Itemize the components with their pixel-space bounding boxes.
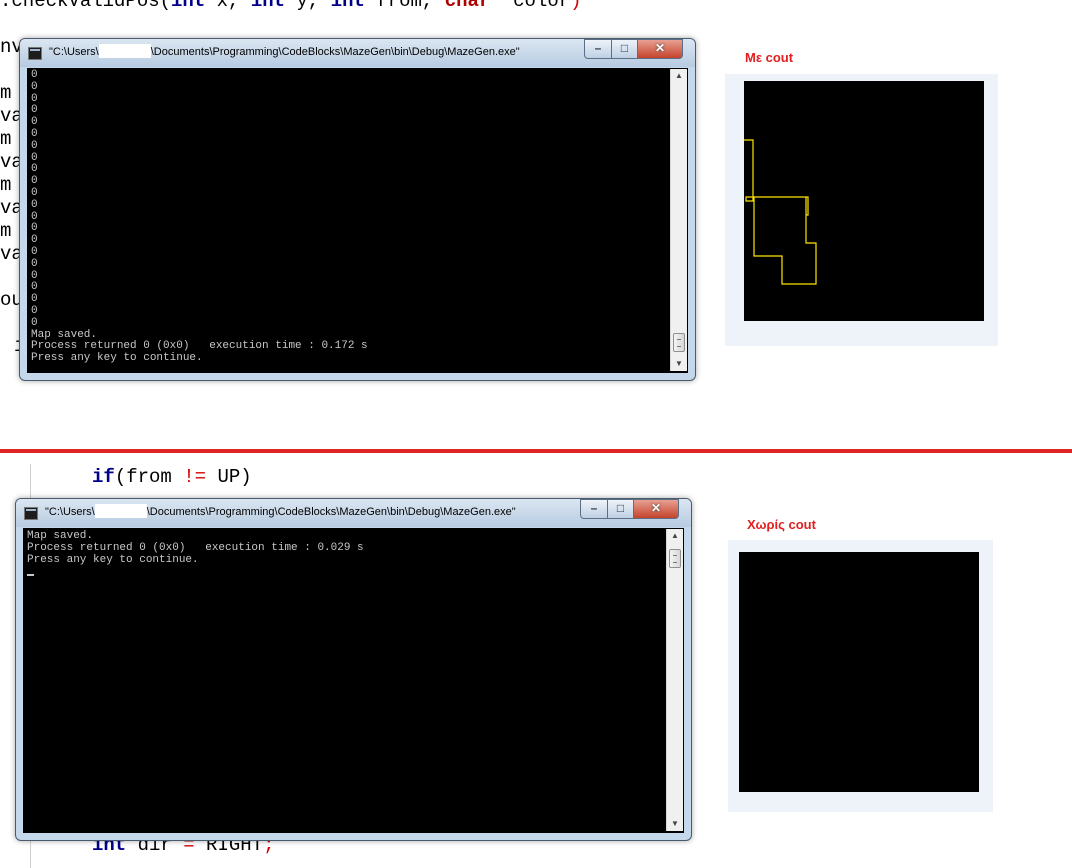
code-frag: m bbox=[0, 220, 12, 242]
window-title: "C:\Users\ \Documents\Programming\CodeBlo… bbox=[49, 44, 520, 59]
vertical-scrollbar[interactable]: ▲ ▼ bbox=[670, 69, 687, 371]
title-bar[interactable]: "C:\Users\ \Documents\Programming\CodeBlo… bbox=[16, 499, 691, 527]
zero-line: 0 bbox=[31, 151, 38, 164]
maze-preview-with-cout bbox=[725, 74, 998, 346]
maze-canvas bbox=[744, 81, 984, 321]
close-icon: ✕ bbox=[650, 501, 662, 515]
minimize-button[interactable]: – bbox=[580, 499, 608, 519]
zero-line: 0 bbox=[31, 92, 38, 105]
scroll-down-arrow-icon[interactable]: ▼ bbox=[671, 357, 687, 371]
press-any-key-line: Press any key to continue. bbox=[31, 352, 203, 365]
code-line-if: if(from != UP) bbox=[92, 466, 252, 488]
maximize-icon: □ bbox=[620, 41, 629, 55]
close-icon: ✕ bbox=[654, 41, 666, 55]
maximize-button[interactable]: □ bbox=[611, 39, 638, 59]
zero-line: 0 bbox=[31, 127, 38, 140]
zero-line: 0 bbox=[31, 234, 38, 247]
zero-line: 0 bbox=[31, 104, 38, 117]
scroll-up-arrow-icon[interactable]: ▲ bbox=[667, 529, 683, 543]
process-returned-line: Process returned 0 (0x0) execution time … bbox=[27, 541, 364, 554]
press-any-key-line: Press any key to continue. bbox=[27, 553, 199, 566]
minimize-icon: – bbox=[590, 501, 598, 515]
maze-canvas bbox=[739, 552, 979, 792]
maximize-icon: □ bbox=[616, 501, 625, 515]
console-window-top[interactable]: "C:\Users\ \Documents\Programming\CodeBlo… bbox=[19, 38, 696, 381]
maximize-button[interactable]: □ bbox=[607, 499, 634, 519]
zero-line: 0 bbox=[31, 281, 38, 294]
window-title: "C:\Users\ \Documents\Programming\CodeBlo… bbox=[45, 504, 516, 519]
scroll-thumb[interactable] bbox=[673, 333, 685, 352]
console-text: Map saved. Process returned 0 (0x0) execu… bbox=[27, 530, 364, 566]
console-window-bottom[interactable]: "C:\Users\ \Documents\Programming\CodeBlo… bbox=[15, 498, 692, 841]
maze-preview-without-cout bbox=[728, 540, 993, 812]
scroll-thumb[interactable] bbox=[669, 549, 681, 568]
code-frag: m bbox=[0, 82, 12, 104]
minimize-icon: – bbox=[594, 41, 602, 55]
zero-line: 0 bbox=[31, 198, 38, 211]
close-button[interactable]: ✕ bbox=[637, 39, 683, 59]
code-frag: m bbox=[0, 174, 12, 196]
zero-line: 0 bbox=[31, 293, 38, 306]
zero-line: 0 bbox=[31, 186, 38, 199]
console-app-icon bbox=[24, 507, 38, 520]
preview-label-with-cout: Με cout bbox=[745, 50, 794, 65]
vertical-scrollbar[interactable]: ▲ ▼ bbox=[666, 529, 683, 831]
console-output[interactable]: 0 0 0 0 0 0 0 0 0 0 0 0 0 0 0 0 0 0 0 0 0 0 Map saved. Process … bbox=[27, 68, 688, 373]
zero-lines: 0000000000000000000000 bbox=[31, 69, 368, 330]
console-text: 0 0 0 0 0 0 0 0 0 0 0 0 0 0 0 0 0 0 0 0 0 0 Map saved. Process … bbox=[31, 69, 368, 365]
scroll-down-arrow-icon[interactable]: ▼ bbox=[667, 817, 683, 831]
maze-path bbox=[744, 139, 817, 285]
zero-line: 0 bbox=[31, 116, 38, 129]
minimize-button[interactable]: – bbox=[584, 39, 612, 59]
redacted-username bbox=[98, 44, 151, 59]
zero-line: 0 bbox=[31, 210, 38, 223]
zero-line: 0 bbox=[31, 163, 38, 176]
zero-line: 0 bbox=[31, 269, 38, 282]
preview-label-without-cout: Χωρίς cout bbox=[747, 517, 816, 532]
zero-line: 0 bbox=[31, 245, 38, 258]
text-cursor bbox=[27, 574, 34, 576]
code-frag: m bbox=[0, 128, 12, 150]
zero-line: 0 bbox=[31, 257, 38, 270]
console-output[interactable]: Map saved. Process returned 0 (0x0) execu… bbox=[23, 528, 684, 833]
zero-line: 0 bbox=[31, 316, 38, 329]
scroll-up-arrow-icon[interactable]: ▲ bbox=[671, 69, 687, 83]
zero-line: 0 bbox=[31, 80, 38, 93]
close-button[interactable]: ✕ bbox=[633, 499, 679, 519]
divider-line bbox=[0, 449, 1072, 453]
console-app-icon bbox=[28, 47, 42, 60]
zero-line: 0 bbox=[31, 222, 38, 235]
zero-line: 0 bbox=[31, 139, 38, 152]
zero-line: 0 bbox=[31, 304, 38, 317]
code-line-signature: .checkValidPos(int x, int y, int from, c… bbox=[0, 0, 582, 12]
zero-line: 0 bbox=[31, 175, 38, 188]
redacted-username bbox=[94, 504, 147, 519]
title-bar[interactable]: "C:\Users\ \Documents\Programming\CodeBlo… bbox=[20, 39, 695, 67]
zero-line: 0 bbox=[31, 69, 38, 81]
